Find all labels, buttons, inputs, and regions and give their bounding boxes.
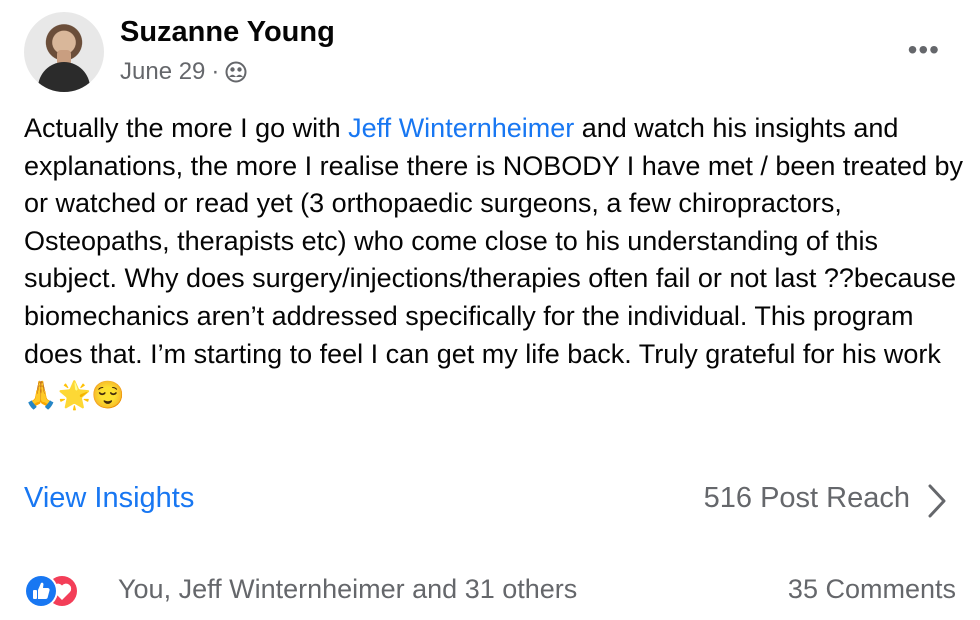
- love-icon: [24, 574, 58, 608]
- view-insights-link[interactable]: View Insights: [24, 482, 194, 515]
- meta-separator: ·: [211, 58, 220, 85]
- post-header: Suzanne Young June 29 · •••: [24, 12, 956, 96]
- insights-bar: View Insights 516 Post Reach: [24, 478, 956, 522]
- more-options-icon[interactable]: •••: [908, 34, 940, 66]
- reactors-text[interactable]: You, Jeff Winternheimer and 31 others: [118, 574, 577, 605]
- post-text-part: Actually the more I go with: [24, 113, 349, 143]
- reactions-bar: You, Jeff Winternheimer and 31 others 35…: [24, 568, 956, 614]
- post-body: Actually the more I go with Jeff Wintern…: [24, 110, 964, 415]
- friends-icon[interactable]: [225, 61, 247, 83]
- post-date[interactable]: June 29: [120, 58, 205, 86]
- folded-hands-emoji: 🙏: [24, 380, 58, 411]
- mention-link[interactable]: Jeff Winternheimer: [348, 113, 574, 143]
- chevron-right-icon[interactable]: [924, 482, 950, 520]
- author-name[interactable]: Suzanne Young: [120, 16, 335, 49]
- relieved-face-emoji: 😌: [91, 380, 125, 411]
- avatar[interactable]: [24, 12, 104, 92]
- glowing-star-emoji: 🌟: [57, 380, 92, 411]
- comments-count[interactable]: 35 Comments: [788, 574, 956, 605]
- post-text-part: and watch his insights and explanations,…: [24, 113, 963, 369]
- reaction-icons[interactable]: [24, 572, 104, 610]
- post-reach[interactable]: 516 Post Reach: [704, 482, 910, 515]
- post-meta: June 29 ·: [120, 58, 247, 86]
